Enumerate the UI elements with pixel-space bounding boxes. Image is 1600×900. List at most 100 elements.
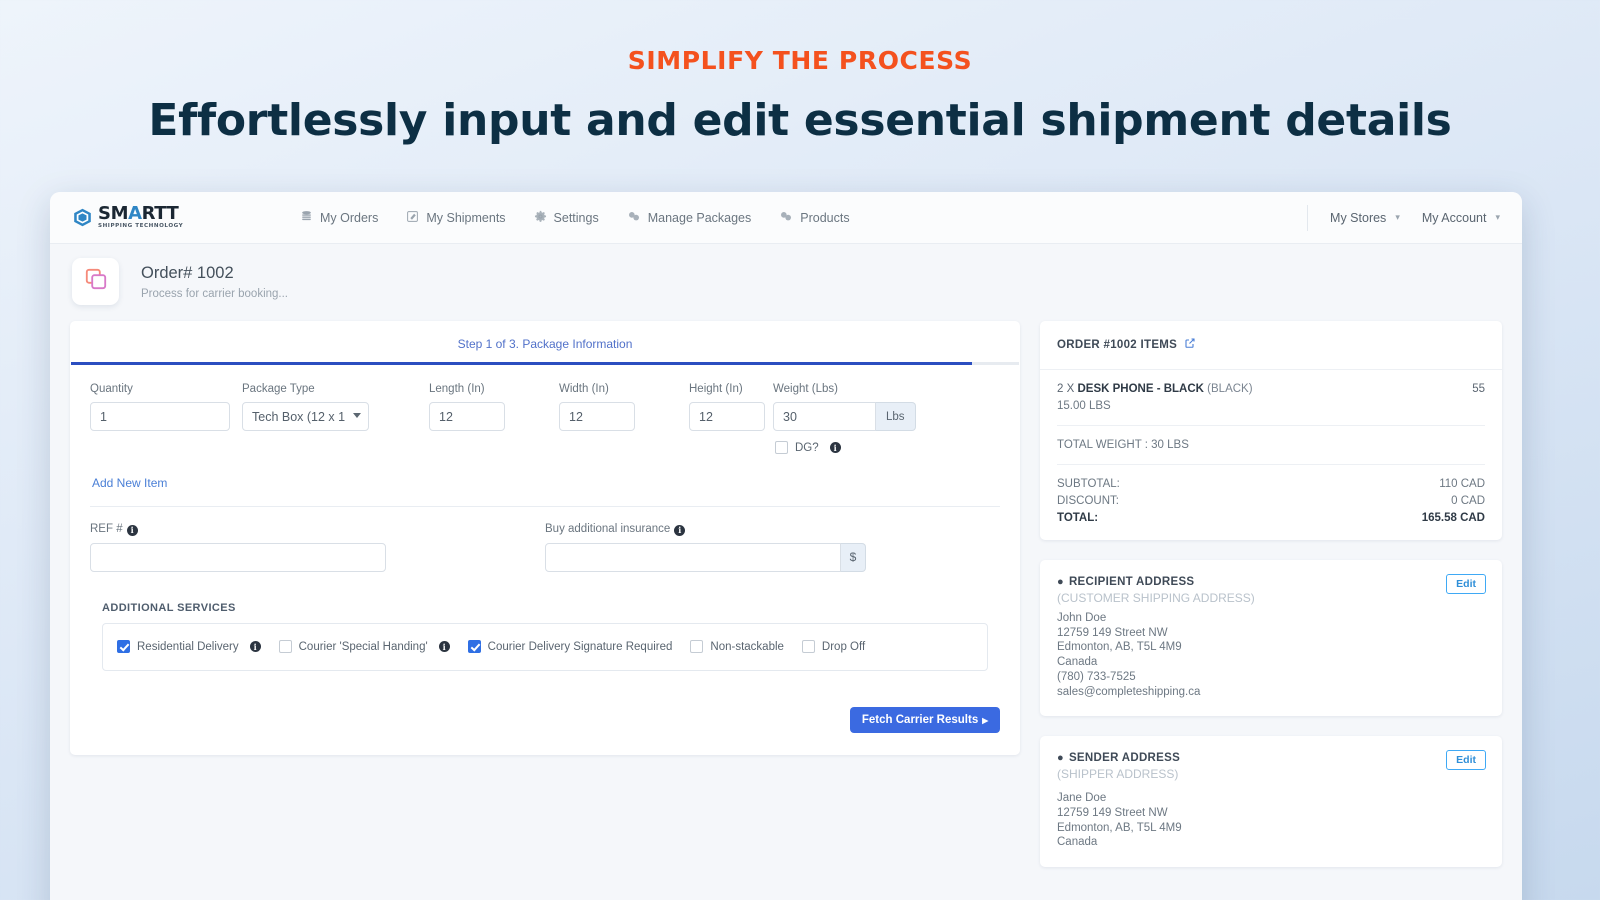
smartt-logo[interactable]: SMARTT SHIPPING TECHNOLOGY [72,205,282,230]
page-subtitle: Process for carrier booking... [141,287,289,300]
service-label: Drop Off [821,640,866,653]
totals-block: SUBTOTAL: 110 CAD DISCOUNT: 0 CAD TOTAL:… [1057,478,1485,524]
reference-insurance-row: REF # i Buy additional insurance i $ [90,523,1000,572]
non-stackable-checkbox[interactable] [690,640,704,653]
order-item-weight: 15.00 LBS [1057,400,1111,412]
chevron-down-icon: ▾ [1495,212,1500,222]
nav-item-my-account[interactable]: My Account ▾ [1422,211,1500,225]
service-label: Non-stackable [710,640,784,653]
insurance-input[interactable] [545,542,841,572]
ref-label-text: REF # [90,523,123,535]
service-label: Residential Delivery [137,640,239,653]
address-line: John Doe [1057,612,1107,624]
address-line: Edmonton, AB, T5L 4M9 [1057,641,1182,654]
weight-input-group: Lbs [773,402,916,431]
width-input[interactable] [559,402,635,431]
fetch-carrier-results-label: Fetch Carrier Results [861,713,979,726]
recipient-address-kind: (CUSTOMER SHIPPING ADDRESS) [1057,591,1255,605]
quantity-input[interactable] [90,402,230,431]
info-icon[interactable]: i [674,524,686,536]
promo-title: Effortlessly input and edit essential sh… [148,95,1452,146]
nav-item-my-stores[interactable]: My Stores ▾ [1330,211,1400,225]
info-icon[interactable]: i [829,442,841,453]
page-title: Order# 1002 [141,263,234,282]
drop-off-checkbox[interactable] [801,640,815,653]
height-input[interactable] [689,402,765,431]
nav-item-products[interactable]: Products [779,210,850,226]
package-fields: Quantity Package Type Tech Box (12 x 1 [70,365,1020,677]
address-email: sales@completeshipping.ca [1057,685,1201,698]
info-icon[interactable]: i [126,524,138,536]
quantity-label: Quantity [90,383,133,395]
promo-header: SIMPLIFY THE PROCESS Effortlessly input … [0,0,1600,146]
service-signature-required[interactable]: Courier Delivery Signature Required [467,640,673,653]
order-icon-tile [72,258,119,305]
sender-address-kind: (SHIPPER ADDRESS) [1057,767,1179,782]
order-items-header: ORDER #1002 ITEMS [1040,321,1502,370]
package-form-card: Step 1 of 3. Package Information Quantit… [70,321,1020,755]
ref-label: REF # i [90,523,545,536]
external-link-icon[interactable] [1184,336,1196,354]
sender-address-panel: Edit ● SENDER ADDRESS (SHIPPER ADDRESS) … [1040,736,1502,868]
field-width: Width (In) [559,383,689,431]
add-new-item-link[interactable]: Add New Item [92,476,1000,490]
info-icon[interactable]: i [438,641,450,652]
package-type-select-wrap: Tech Box (12 x 1 [242,402,369,431]
app-body: Step 1 of 3. Package Information Quantit… [50,321,1522,887]
database-icon [300,210,313,226]
field-weight: Weight (Lbs) Lbs DG? i [773,383,916,454]
edit-sender-address-button[interactable]: Edit [1446,750,1486,771]
nav-item-manage-packages[interactable]: Manage Packages [627,210,752,226]
currency-button[interactable]: $ [841,542,866,572]
subtotal-label: SUBTOTAL: [1057,478,1120,490]
logo-word-part3: RTT [141,203,179,225]
weight-unit-button[interactable]: Lbs [876,402,916,431]
order-items-body: 2 X DESK PHONE - BLACK (BLACK) 55 15.00 … [1040,370,1502,540]
order-header: Order# 1002 Process for carrier booking.… [50,244,1522,321]
field-ref: REF # i [90,523,545,572]
account-nav: My Stores ▾ My Account ▾ [1307,204,1500,231]
height-label: Height (In) [689,383,743,395]
promo-kicker: SIMPLIFY THE PROCESS [627,46,973,75]
signature-required-checkbox[interactable] [467,640,481,653]
order-item-name: 2 X DESK PHONE - BLACK (BLACK) [1057,383,1253,395]
primary-nav: My Orders My Shipments Settings Manage P… [300,210,850,226]
service-drop-off[interactable]: Drop Off [801,640,866,653]
total-label: TOTAL: [1057,512,1099,524]
top-navigation-bar: SMARTT SHIPPING TECHNOLOGY My Orders My … [50,192,1522,244]
ref-input[interactable] [90,542,386,572]
nav-item-my-shipments[interactable]: My Shipments [406,210,506,226]
nav-item-settings[interactable]: Settings [534,210,599,226]
nav-item-my-orders[interactable]: My Orders [300,210,378,226]
special-handling-checkbox[interactable] [278,640,292,653]
chevron-down-icon: ▾ [1395,212,1400,222]
cube-logo-icon [72,207,93,228]
nav-label: Manage Packages [647,210,752,225]
service-non-stackable[interactable]: Non-stackable [690,640,784,653]
length-input[interactable] [429,402,505,431]
dg-checkbox[interactable] [775,441,788,454]
info-icon[interactable]: i [249,641,261,652]
address-line: Jane Doe [1057,792,1107,805]
address-line: 12759 149 Street NW [1057,807,1168,820]
package-type-select[interactable]: Tech Box (12 x 1 [242,402,369,431]
logo-tagline: SHIPPING TECHNOLOGY [98,223,184,230]
fetch-carrier-results-button[interactable]: Fetch Carrier Results ▸ [849,706,1000,733]
logo-word-part1: SM [98,203,129,225]
recipient-address-title-text: RECIPIENT ADDRESS [1068,576,1195,588]
copy-stack-icon [83,266,109,297]
order-item-row: 2 X DESK PHONE - BLACK (BLACK) 55 [1057,383,1485,395]
field-quantity: Quantity [90,383,242,431]
divider [1057,464,1485,465]
edit-recipient-address-button[interactable]: Edit [1446,574,1486,594]
sender-address-lines: Jane Doe 12759 149 Street NW Edmonton, A… [1057,791,1485,850]
order-item-price: 55 [1472,383,1485,395]
subtotal-value: 110 CAD [1439,478,1485,490]
service-label: Courier Delivery Signature Required [487,640,673,653]
service-special-handling[interactable]: Courier 'Special Handing' i [278,640,450,653]
service-residential-delivery[interactable]: Residential Delivery i [117,640,261,653]
order-items-panel: ORDER #1002 ITEMS 2 X DESK PHONE - BLACK… [1040,321,1502,540]
weight-input[interactable] [773,402,876,431]
nav-label: My Shipments [426,210,506,225]
residential-delivery-checkbox[interactable] [117,640,130,653]
